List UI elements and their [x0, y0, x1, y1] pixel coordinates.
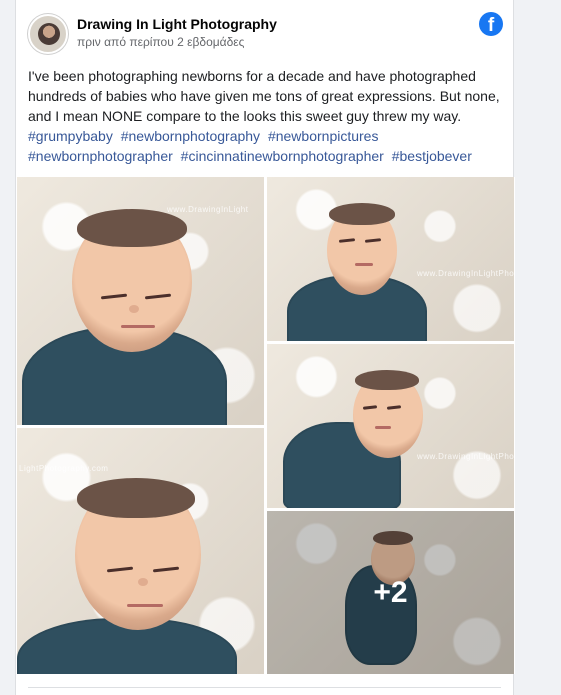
- page-avatar[interactable]: [28, 14, 68, 54]
- hashtag-link[interactable]: #newbornphotographer: [28, 148, 173, 164]
- baby-mouth: [375, 426, 391, 429]
- hashtag-link[interactable]: #cincinnatinewbornphotographer: [181, 148, 384, 164]
- watermark-text: www.DrawingInLightPhotography.com: [417, 269, 514, 278]
- photo-5[interactable]: +2: [267, 511, 514, 674]
- photo-3[interactable]: www.DrawingInLightPhotography.com: [267, 344, 514, 508]
- baby-hair: [77, 478, 195, 518]
- page-name-link[interactable]: Drawing In Light Photography: [77, 16, 277, 32]
- hashtag-link[interactable]: #bestjobever: [392, 148, 472, 164]
- hashtag-list: #grumpybaby #newbornphotography #newborn…: [28, 126, 508, 166]
- baby-hair: [355, 370, 419, 390]
- watermark-text: LightPhotography.com: [19, 464, 109, 473]
- facebook-icon[interactable]: f: [479, 12, 503, 36]
- hashtag-link[interactable]: #newbornpictures: [268, 128, 379, 144]
- avatar-image: [38, 23, 60, 45]
- baby-nose: [138, 578, 148, 586]
- more-photos-overlay[interactable]: +2: [267, 511, 514, 674]
- baby-hair: [329, 203, 395, 225]
- post-timestamp[interactable]: πριν από περίπου 2 εβδομάδες: [77, 35, 244, 49]
- baby-mouth: [121, 325, 155, 328]
- watermark-text: www.DrawingInLightPhotography.com: [417, 452, 514, 461]
- photo-2[interactable]: www.DrawingInLightPhotography.com: [267, 177, 514, 341]
- baby-mouth: [355, 263, 373, 266]
- hashtag-link[interactable]: #newbornphotography: [121, 128, 260, 144]
- baby-hair: [77, 209, 187, 247]
- photo-1[interactable]: www.DrawingInLight: [17, 177, 264, 425]
- post-header: Drawing In Light Photography πριν από πε…: [28, 12, 503, 56]
- watermark-text: www.DrawingInLight: [167, 205, 249, 214]
- photo-4[interactable]: LightPhotography.com: [17, 428, 264, 674]
- photo-gallery: www.DrawingInLight www.DrawingInLightPho…: [16, 177, 515, 674]
- post-divider: [28, 687, 501, 688]
- more-photos-count: +2: [373, 575, 408, 609]
- hashtag-link[interactable]: #grumpybaby: [28, 128, 113, 144]
- baby-mouth: [127, 604, 163, 607]
- post-card: Drawing In Light Photography πριν από πε…: [15, 0, 515, 695]
- baby-nose: [129, 305, 139, 313]
- post-text: I've been photographing newborns for a d…: [28, 68, 500, 124]
